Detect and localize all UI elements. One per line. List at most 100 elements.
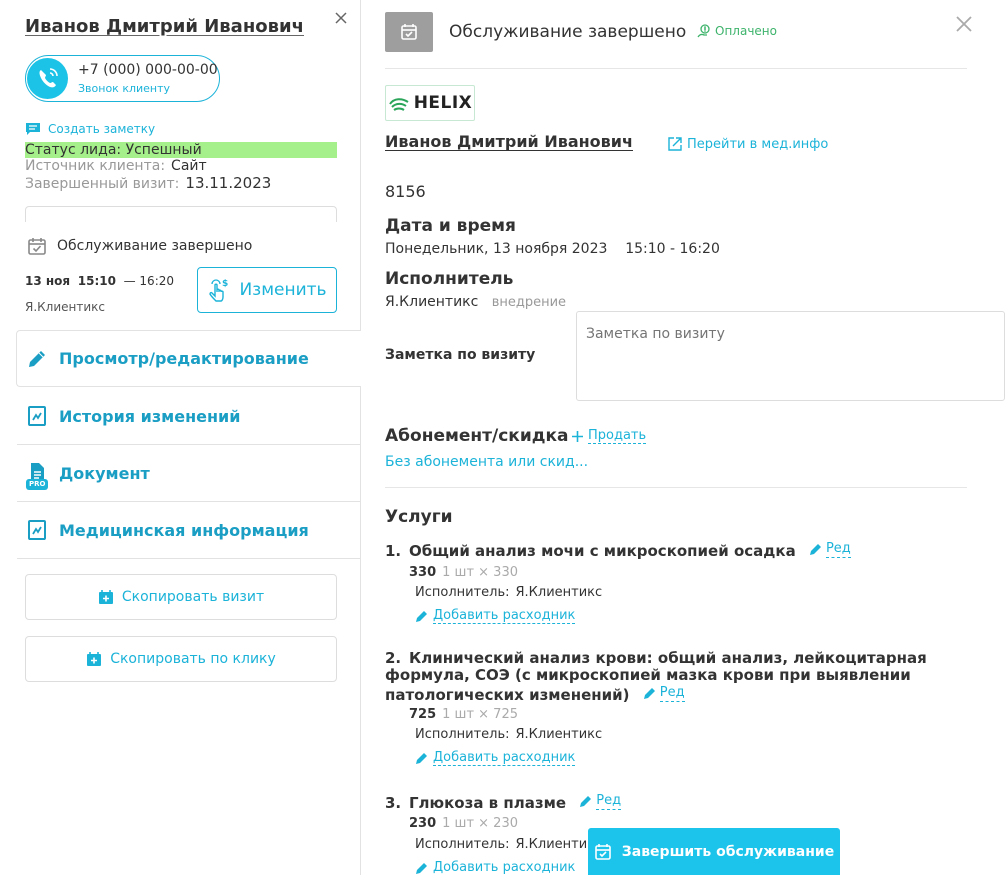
add-consumable-label: Добавить расходник (433, 750, 576, 766)
visit-status-title: Обслуживание завершено (449, 22, 687, 42)
lead-status-row: Статус лида: Успешный (25, 142, 337, 158)
money-icon (697, 24, 711, 38)
service-title: Общий анализ мочи с микроскопией осадка (409, 542, 796, 560)
create-note-label: Создать заметку (48, 122, 156, 136)
lead-status-label: Статус лида: (25, 142, 122, 158)
close-icon[interactable] (955, 15, 973, 33)
pencil-icon (580, 796, 592, 807)
add-consumable-link[interactable]: Добавить расходник (415, 750, 576, 766)
copy-visit-button[interactable]: Скопировать визит (25, 574, 337, 620)
visit-time-range: 15:10 - 16:20 (625, 241, 720, 257)
visit-end: — 16:20 (123, 274, 175, 288)
document-icon: PRO (26, 462, 49, 490)
pencil-icon (26, 348, 48, 370)
last-visit-label: Завершенный визит: (25, 176, 180, 192)
menu-view-edit[interactable]: Просмотр/редактирование (16, 330, 362, 387)
create-note-link[interactable]: Создать заметку (25, 122, 155, 136)
service-number: 3. (385, 794, 402, 812)
sell-subscription-label: Продать (588, 428, 647, 444)
datetime-value: Понедельник, 13 ноября 2023 15:10 - 16:2… (385, 241, 720, 257)
calendar-plus-icon (98, 589, 114, 605)
service-title: Глюкоза в плазме (409, 794, 567, 812)
add-consumable-label: Добавить расходник (433, 860, 576, 875)
service-executor-label: Исполнитель: (415, 585, 510, 600)
visit-detail-panel: Обслуживание завершено Оплачено HELIX Ив… (361, 0, 1006, 875)
change-visit-button[interactable]: $ Изменить (197, 267, 337, 313)
med-info-link-label: Перейти в мед.инфо (687, 136, 829, 152)
edit-service-label: Ред (659, 685, 685, 702)
pencil-icon (416, 863, 427, 874)
service-quantity: 1 шт × 330 (442, 565, 518, 580)
service-executor-value: Я.Клиентикс (515, 585, 603, 600)
copy-by-click-label: Скопировать по клику (110, 651, 276, 667)
close-icon[interactable] (332, 9, 350, 27)
client-source-value: Сайт (171, 158, 207, 174)
visit-status-label: Обслуживание завершено (57, 238, 253, 254)
finish-service-label: Завершить обслуживание (621, 843, 835, 860)
calendar-check-icon (594, 843, 612, 861)
phone-icon (27, 58, 68, 99)
calendar-check-icon (27, 236, 47, 256)
visit-date-full: Понедельник, 13 ноября 2023 (385, 241, 608, 257)
visit-executor: Я.Клиентикс (25, 300, 106, 314)
edit-service-link[interactable]: Ред (643, 684, 685, 702)
change-visit-label: Изменить (239, 280, 327, 300)
services-title: Услуги (385, 507, 453, 527)
calendar-check-icon (400, 23, 418, 41)
edit-service-link[interactable]: Ред (809, 540, 851, 558)
subscription-select[interactable]: Без абонемента или скид... (385, 454, 588, 470)
menu-medical-info[interactable]: Медицинская информация (17, 502, 361, 559)
service-executor-label: Исполнитель: (415, 727, 510, 742)
service-executor: Исполнитель: Я.Клиентикс (409, 837, 602, 852)
executor-role: внедрение (491, 295, 567, 310)
executor-row: Я.Клиентикс внедрение (385, 294, 566, 310)
history-icon (26, 405, 48, 427)
executor-name: Я.Клиентикс (385, 294, 479, 310)
menu-history-label: История изменений (59, 406, 241, 426)
finish-service-button[interactable]: Завершить обслуживание (588, 828, 840, 875)
pro-badge: PRO (26, 479, 49, 490)
menu-view-edit-label: Просмотр/редактирование (59, 349, 309, 368)
sell-subscription-link[interactable]: Продать (571, 428, 647, 444)
client-name[interactable]: Иванов Дмитрий Иванович (25, 16, 304, 37)
visit-note-input[interactable] (576, 311, 1005, 401)
copy-by-click-button[interactable]: Скопировать по клику (25, 636, 337, 682)
pencil-icon (809, 544, 821, 555)
edit-service-label: Ред (825, 541, 851, 558)
subscription-title: Абонемент/скидка (385, 426, 569, 446)
phone-number: +7 (000) 000-00-00 (78, 62, 218, 78)
tap-finger-icon: $ (207, 277, 231, 303)
visit-date: 13 ноя (25, 274, 71, 288)
tags-box (25, 206, 337, 222)
menu-document[interactable]: PRO Документ (17, 445, 361, 502)
comment-icon (25, 122, 41, 136)
service-price: 230 1 шт × 230 (409, 816, 518, 831)
service-number: 1. (385, 542, 402, 560)
service-quantity: 1 шт × 230 (442, 816, 518, 831)
datetime-title: Дата и время (385, 216, 516, 236)
last-visit-row: Завершенный визит: 13.11.2023 (25, 174, 271, 192)
patient-name[interactable]: Иванов Дмитрий Иванович (385, 132, 633, 151)
menu-medical-info-label: Медицинская информация (59, 520, 309, 540)
helix-logo: HELIX (385, 85, 475, 121)
med-info-link[interactable]: Перейти в мед.инфо (667, 136, 828, 152)
copy-visit-label: Скопировать визит (121, 589, 265, 605)
add-consumable-link[interactable]: Добавить расходник (415, 608, 576, 624)
service-name: 3. Глюкоза в плазме Ред (385, 792, 945, 812)
visit-time: 13 ноя 15:10 — 16:20 (25, 274, 174, 288)
payment-status: Оплачено (697, 24, 777, 38)
add-consumable-link[interactable]: Добавить расходник (415, 860, 575, 875)
service-price: 330 1 шт × 330 (409, 565, 518, 580)
edit-service-link[interactable]: Ред (579, 792, 622, 810)
external-link-icon (667, 136, 683, 152)
service-quantity: 1 шт × 725 (442, 707, 518, 722)
medical-info-icon (26, 519, 48, 541)
add-consumable-label: Добавить расходник (433, 608, 576, 624)
menu-history[interactable]: История изменений (17, 388, 361, 445)
visit-note-label: Заметка по визиту (385, 347, 536, 363)
service-price-total: 330 (409, 565, 437, 580)
divider (385, 487, 967, 488)
pencil-icon (416, 611, 427, 622)
service-executor-label: Исполнитель: (415, 837, 510, 852)
plus-icon (571, 430, 584, 443)
